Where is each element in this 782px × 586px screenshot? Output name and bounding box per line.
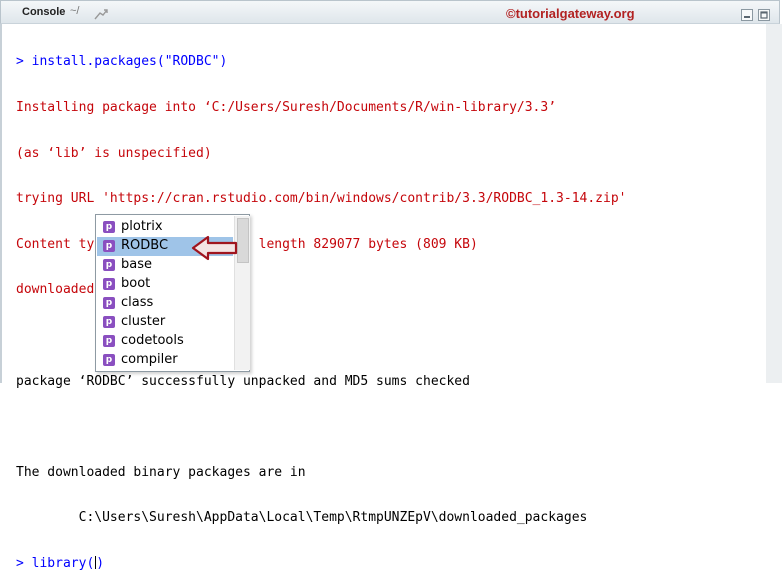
autocomplete-item-label: cluster xyxy=(121,314,166,329)
autocomplete-item-label: RODBC xyxy=(121,238,169,253)
highlight-arrow-icon xyxy=(191,235,238,261)
console-input[interactable]: > library() xyxy=(16,555,104,571)
console-input-line[interactable]: > library() xyxy=(16,555,776,571)
go-to-directory-icon[interactable] xyxy=(94,6,108,25)
package-icon: p xyxy=(103,240,115,252)
console-line: C:\Users\Suresh\AppData\Local\Temp\RtmpU… xyxy=(16,510,588,526)
autocomplete-item-label: compiler xyxy=(121,352,178,367)
working-directory-path: ~/ xyxy=(70,5,80,17)
console-tab-title[interactable]: Console xyxy=(22,6,65,18)
package-icon: p xyxy=(103,278,115,290)
console-header: Console ~/ ©tutorialgateway.org xyxy=(0,0,780,24)
package-icon: p xyxy=(103,316,115,328)
autocomplete-item[interactable]: p compiler xyxy=(97,351,233,370)
package-icon: p xyxy=(103,297,115,309)
console-line: The downloaded binary packages are in xyxy=(16,464,306,480)
package-icon: p xyxy=(103,354,115,366)
autocomplete-item[interactable]: p boot xyxy=(97,275,233,294)
console-scrollbar[interactable] xyxy=(766,24,782,383)
autocomplete-item[interactable]: p class xyxy=(97,294,233,313)
autocomplete-item-label: codetools xyxy=(121,333,184,348)
package-icon: p xyxy=(103,259,115,271)
console-line: > install.packages("RODBC") xyxy=(16,54,228,70)
package-icon: p xyxy=(103,221,115,233)
autocomplete-item[interactable]: p codetools xyxy=(97,332,233,351)
autocomplete-item[interactable]: p cluster xyxy=(97,313,233,332)
autocomplete-item-label: boot xyxy=(121,276,151,291)
package-icon: p xyxy=(103,335,115,347)
panel-left-border xyxy=(0,24,2,383)
console-line: Installing package into ‘C:/Users/Suresh… xyxy=(16,100,557,115)
autocomplete-item-label: base xyxy=(121,257,152,272)
maximize-icon[interactable] xyxy=(758,6,770,21)
watermark: ©tutorialgateway.org xyxy=(506,6,635,21)
console-line: package ‘RODBC’ successfully unpacked an… xyxy=(16,373,470,389)
console-line: (as ‘lib’ is unspecified) xyxy=(16,145,212,161)
minimize-icon[interactable] xyxy=(741,6,753,21)
text-cursor xyxy=(95,555,97,569)
autocomplete-item-label: plotrix xyxy=(121,219,163,234)
autocomplete-item-label: class xyxy=(121,295,154,310)
console-line: trying URL 'https://cran.rstudio.com/bin… xyxy=(16,191,627,207)
